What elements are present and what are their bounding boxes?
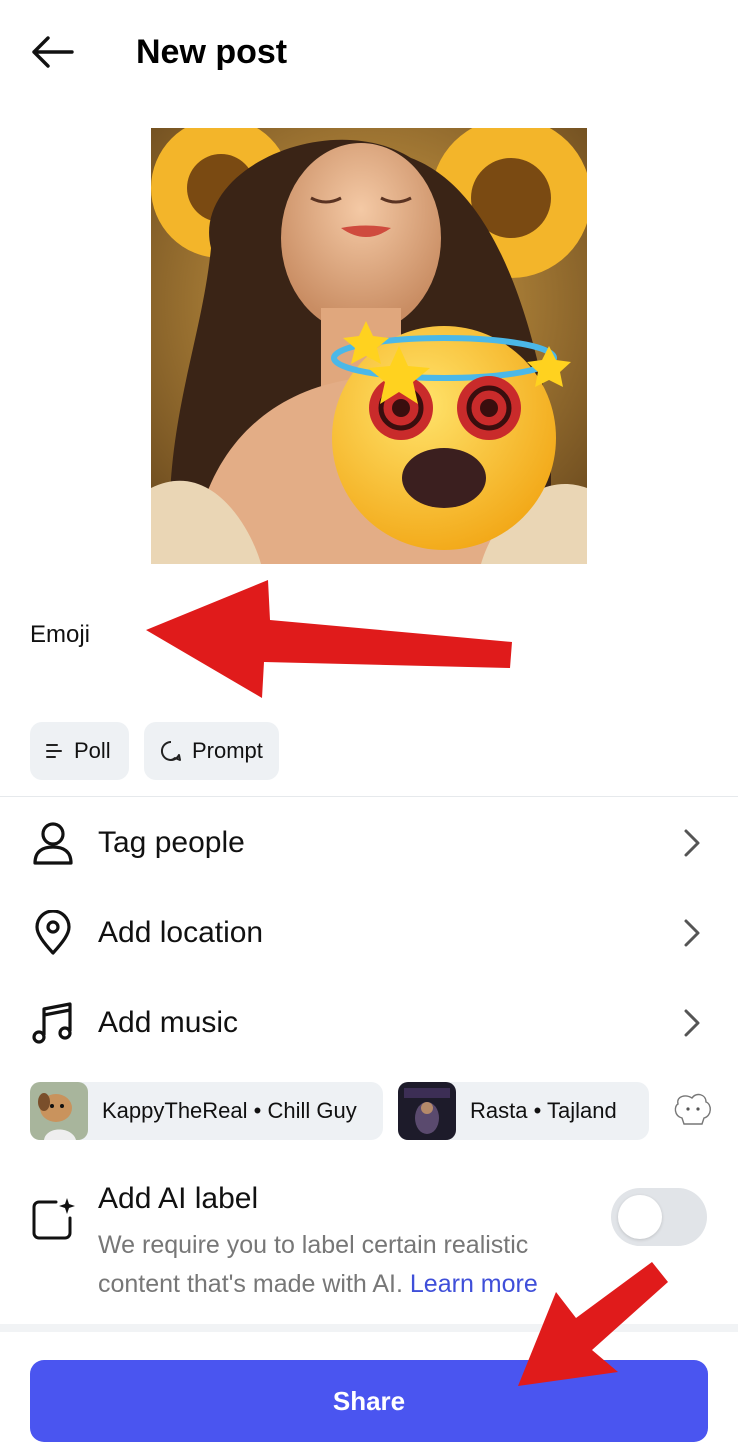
divider: [0, 796, 738, 797]
album-art: [30, 1082, 88, 1140]
tag-people-row[interactable]: Tag people: [0, 798, 738, 888]
add-location-row[interactable]: Add location: [0, 888, 738, 978]
album-art: [398, 1082, 456, 1140]
back-button[interactable]: [22, 22, 82, 82]
location-pin-icon: [30, 910, 76, 956]
person-icon: [30, 820, 76, 866]
music-suggestion-label: Rasta • Tajland: [470, 1098, 617, 1123]
prompt-chip[interactable]: Prompt: [144, 722, 279, 780]
music-suggestion[interactable]: [668, 1082, 718, 1140]
poll-chip-label: Poll: [74, 738, 111, 763]
chevron-right-icon: [684, 1009, 700, 1037]
share-button[interactable]: Share: [30, 1360, 708, 1442]
music-suggestion-label: KappyTheReal • Chill Guy: [102, 1098, 357, 1123]
ai-label-description: We require you to label certain realisti…: [98, 1226, 578, 1304]
chevron-right-icon: [684, 829, 700, 857]
list-icon: [46, 744, 62, 758]
section-separator: [0, 1324, 738, 1332]
add-location-label: Add location: [98, 916, 264, 949]
page-title: New post: [136, 33, 288, 71]
post-image[interactable]: [151, 128, 587, 564]
prompt-chip-label: Prompt: [192, 738, 263, 763]
add-music-row[interactable]: Add music: [0, 978, 738, 1068]
caption-text[interactable]: Emoji: [30, 618, 90, 652]
ai-label-icon: [32, 1198, 75, 1240]
arrow-left-icon: [32, 36, 74, 68]
poll-chip[interactable]: Poll: [30, 722, 129, 780]
chat-bubble-icon: [160, 740, 181, 761]
ai-label-toggle[interactable]: [611, 1188, 707, 1246]
album-art: [674, 1093, 711, 1125]
tag-people-label: Tag people: [98, 826, 245, 859]
chevron-right-icon: [684, 919, 700, 947]
music-suggestion[interactable]: Rasta • Tajland: [398, 1082, 649, 1140]
add-music-label: Add music: [98, 1006, 239, 1039]
ai-label-title: Add AI label: [98, 1182, 259, 1215]
music-note-icon: [30, 1000, 76, 1046]
music-suggestion[interactable]: KappyTheReal • Chill Guy: [30, 1082, 383, 1140]
learn-more-link[interactable]: Learn more: [410, 1270, 538, 1298]
toggle-knob: [618, 1195, 662, 1239]
annotation-arrow: [146, 580, 512, 698]
